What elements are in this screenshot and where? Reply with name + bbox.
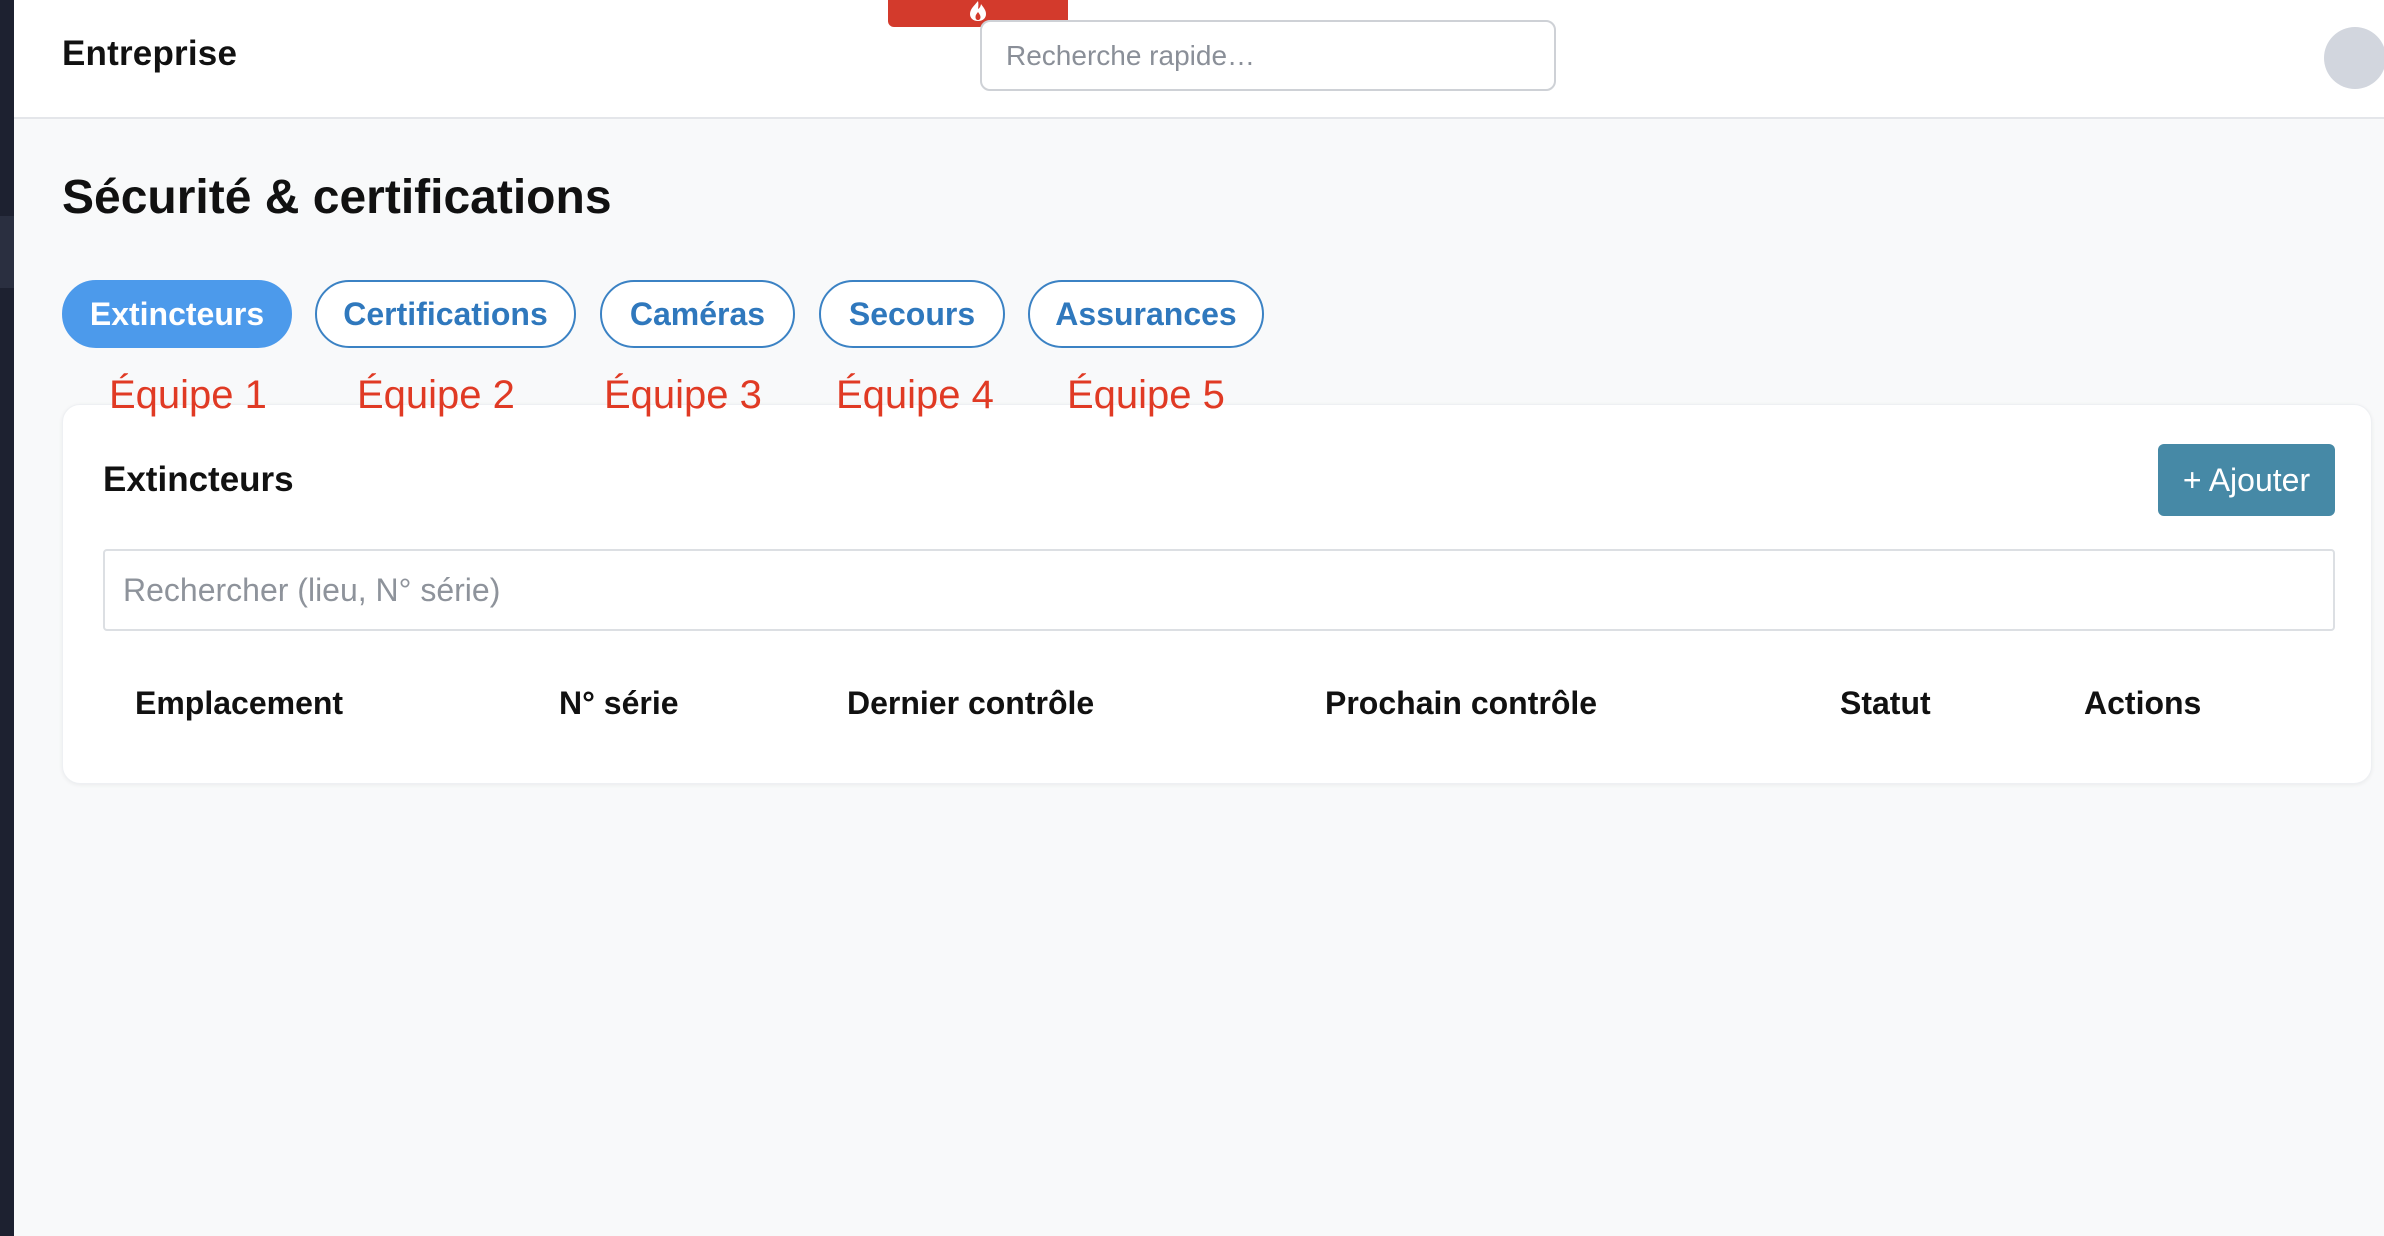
quick-search-input[interactable] xyxy=(980,20,1556,91)
flame-icon xyxy=(970,1,986,21)
top-bar: Entreprise xyxy=(14,0,2384,119)
avatar[interactable] xyxy=(2324,27,2384,89)
team-label-4: Équipe 4 xyxy=(836,373,994,417)
panel-search-input[interactable] xyxy=(103,549,2335,631)
tab-extincteurs[interactable]: Extincteurs xyxy=(62,280,292,348)
tab-secours[interactable]: Secours xyxy=(819,280,1005,348)
team-label-1: Équipe 1 xyxy=(109,373,267,417)
brand-name: Entreprise xyxy=(62,34,238,73)
column-header-emplacement[interactable]: Emplacement xyxy=(135,685,343,722)
team-label-5: Équipe 5 xyxy=(1067,373,1225,417)
panel-title: Extincteurs xyxy=(103,460,294,499)
column-header-prochain-controle[interactable]: Prochain contrôle xyxy=(1325,685,1597,722)
tab-assurances[interactable]: Assurances xyxy=(1028,280,1264,348)
add-button[interactable]: + Ajouter xyxy=(2158,444,2335,516)
tab-certifications[interactable]: Certifications xyxy=(315,280,576,348)
column-header-statut[interactable]: Statut xyxy=(1840,685,1931,722)
column-header-dernier-controle[interactable]: Dernier contrôle xyxy=(847,685,1094,722)
team-label-2: Équipe 2 xyxy=(357,373,515,417)
team-label-3: Équipe 3 xyxy=(604,373,762,417)
left-edge-notch xyxy=(0,216,14,288)
column-header-actions[interactable]: Actions xyxy=(2084,685,2201,722)
page-title: Sécurité & certifications xyxy=(62,171,612,224)
left-edge-strip xyxy=(0,0,14,1236)
column-header-numero-serie[interactable]: N° série xyxy=(559,685,679,722)
extincteurs-panel: Extincteurs + Ajouter Emplacement N° sér… xyxy=(62,404,2372,784)
tab-cameras[interactable]: Caméras xyxy=(600,280,795,348)
